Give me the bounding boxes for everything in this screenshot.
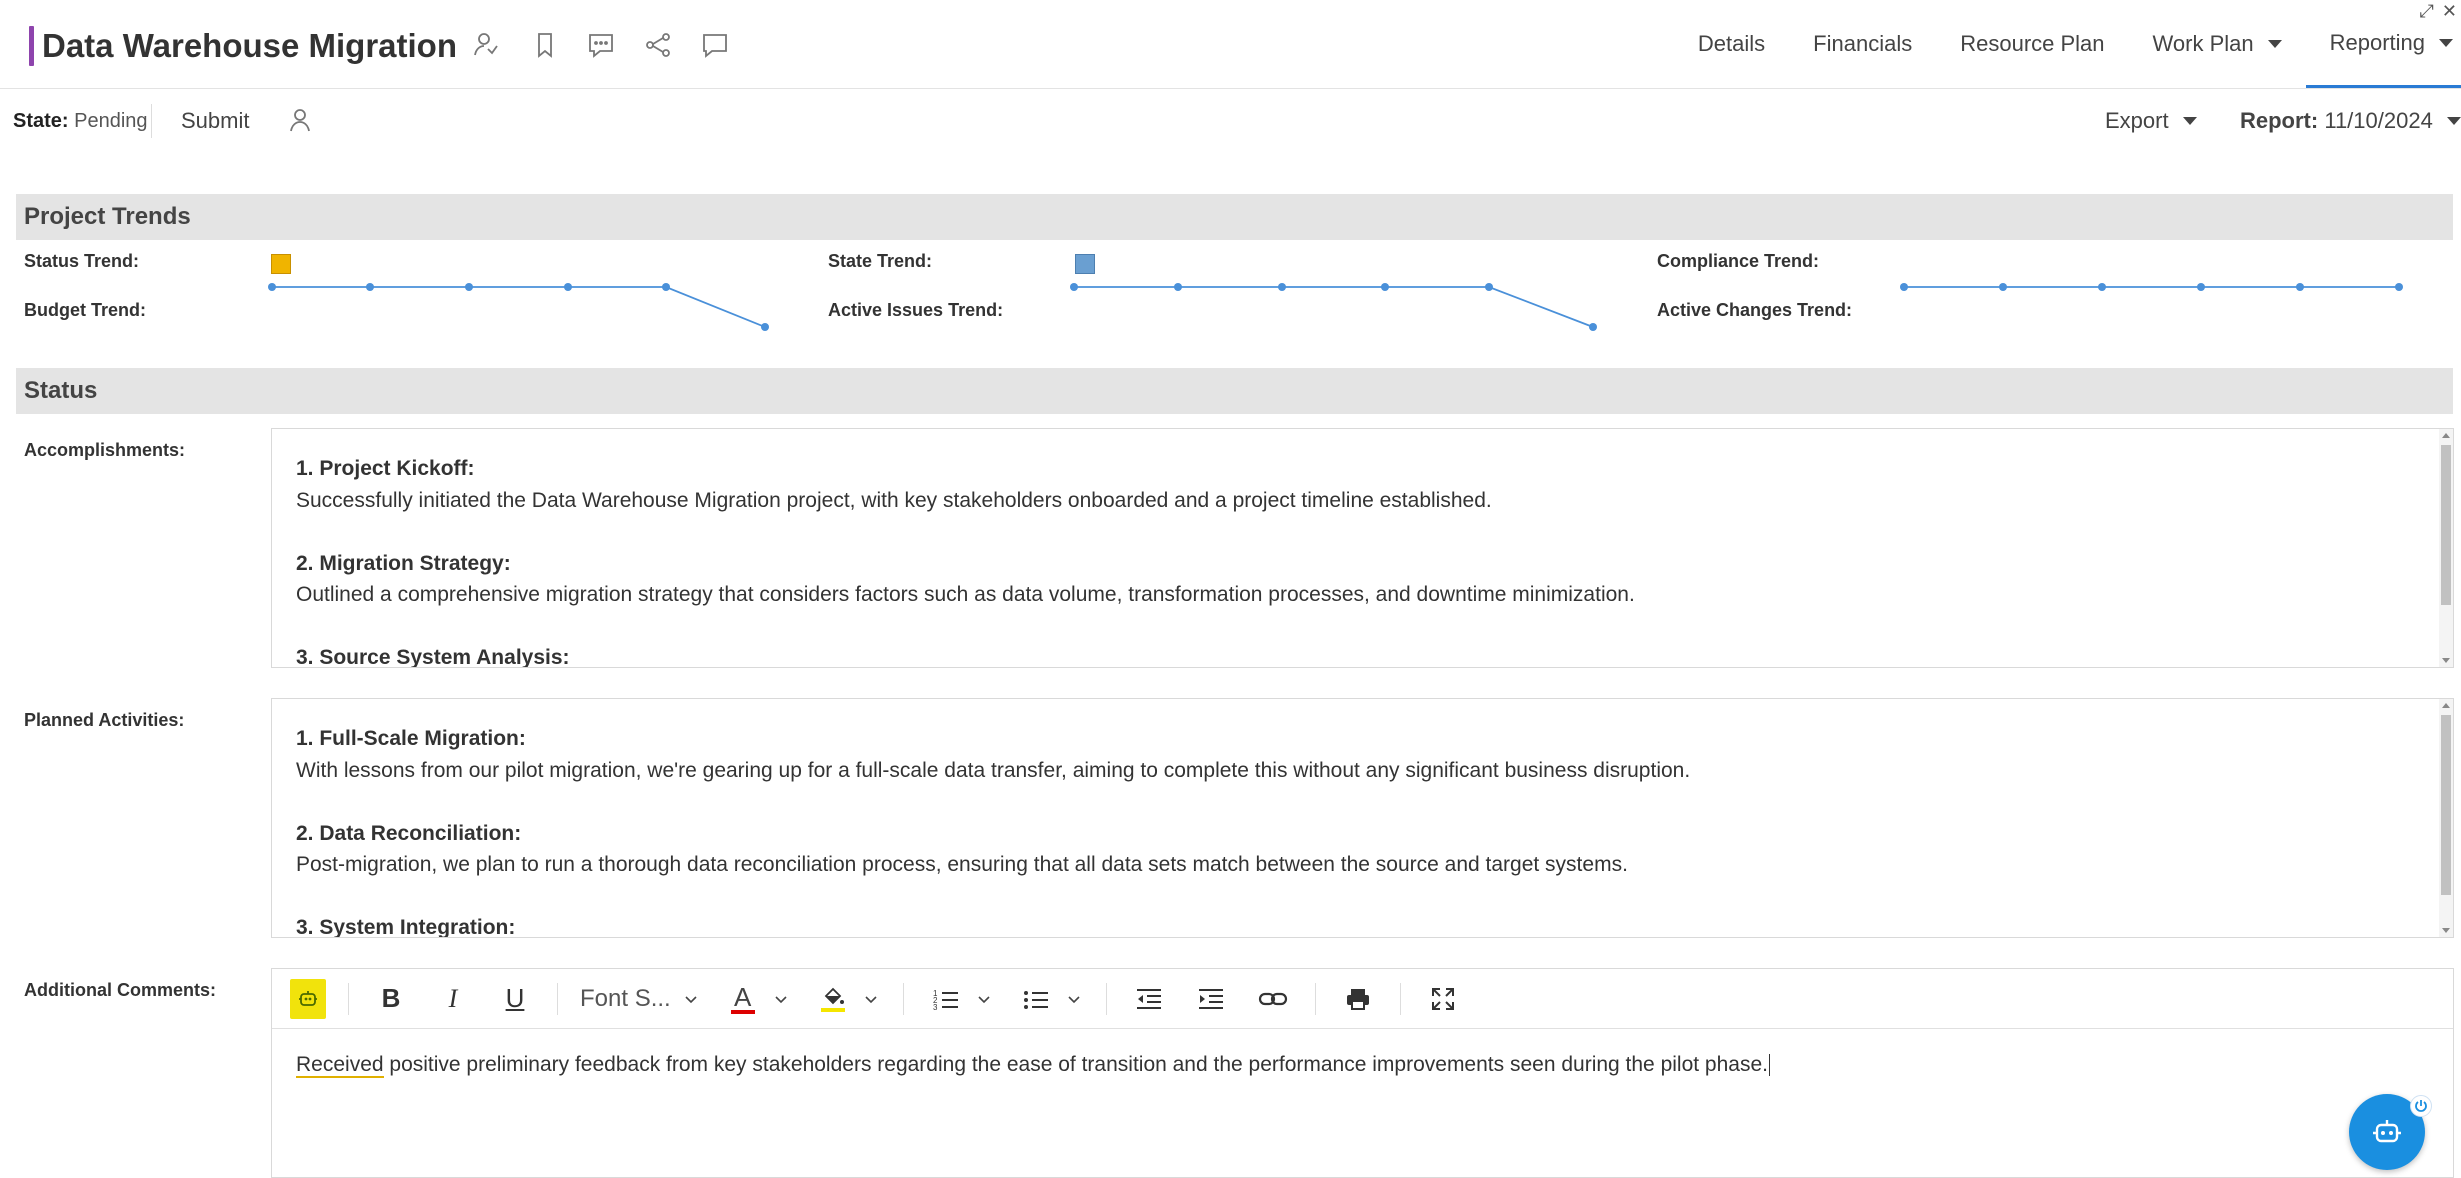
report-date-selector[interactable]: Report: 11/10/2024: [2240, 108, 2461, 134]
highlight-color-button[interactable]: [813, 979, 853, 1019]
planned-activities-text[interactable]: 1. Full-Scale Migration: With lessons fr…: [271, 698, 2454, 938]
print-icon: [1345, 987, 1371, 1011]
numbered-list-icon: 1 2 3: [932, 987, 960, 1011]
font-select[interactable]: Font S...: [580, 979, 671, 1019]
tab-reporting[interactable]: Reporting: [2306, 0, 2461, 88]
scrollbar[interactable]: [2439, 699, 2453, 937]
indent-icon: [1197, 987, 1225, 1011]
bullet-list-button[interactable]: [1016, 979, 1056, 1019]
highlight-color-dropdown[interactable]: [861, 979, 881, 1019]
bookmark-icon[interactable]: [530, 30, 560, 60]
font-select-dropdown[interactable]: [681, 979, 701, 1019]
scroll-thumb[interactable]: [2441, 445, 2451, 605]
chevron-down-icon: [978, 993, 990, 1005]
section-header-status: Status: [16, 368, 2453, 414]
italic-button[interactable]: I: [433, 979, 473, 1019]
compliance-trend-label: Compliance Trend:: [1657, 251, 1819, 272]
chevron-down-icon: [1068, 993, 1080, 1005]
chevron-down-icon: [685, 993, 697, 1005]
additional-comments-label: Additional Comments:: [24, 980, 216, 1001]
tab-resource-plan[interactable]: Resource Plan: [1936, 0, 2128, 88]
numbered-list-dropdown[interactable]: [974, 979, 994, 1019]
underline-button[interactable]: U: [495, 979, 535, 1019]
submit-button[interactable]: Submit: [181, 108, 249, 134]
active-changes-trend-sparkline: [1894, 275, 2414, 305]
tab-financials[interactable]: Financials: [1789, 0, 1936, 88]
status-trend-label: Status Trend:: [24, 251, 139, 272]
print-button[interactable]: [1338, 979, 1378, 1019]
state-trend-label: State Trend:: [828, 251, 932, 272]
underline-icon: U: [506, 983, 525, 1014]
chatbot-power-button[interactable]: [2410, 1095, 2432, 1117]
scroll-thumb[interactable]: [2441, 715, 2451, 895]
font-color-icon: A: [734, 984, 751, 1010]
expand-icon: [1430, 986, 1456, 1012]
bullet-list-icon: [1022, 987, 1050, 1011]
share-icon[interactable]: [643, 30, 673, 60]
scroll-up-icon[interactable]: [2442, 703, 2450, 708]
divider: [151, 104, 152, 138]
power-icon: [2411, 1096, 2431, 1116]
state-trend-indicator: [1075, 254, 1095, 274]
state-indicator: State: Pending: [13, 110, 148, 133]
planned-activities-label: Planned Activities:: [24, 710, 184, 731]
chat-icon[interactable]: [700, 30, 730, 60]
accomplishments-text[interactable]: 1. Project Kickoff: Successfully initiat…: [271, 428, 2454, 668]
paint-bucket-icon: [821, 986, 845, 1008]
scrollbar[interactable]: [2439, 429, 2453, 667]
chevron-down-icon: [775, 993, 787, 1005]
outdent-icon: [1135, 987, 1163, 1011]
chevron-down-icon: [2447, 117, 2461, 125]
numbered-list-button[interactable]: 1 2 3: [926, 979, 966, 1019]
bold-icon: B: [382, 983, 401, 1014]
link-icon: [1258, 989, 1288, 1009]
svg-text:3: 3: [933, 1003, 938, 1011]
font-color-button[interactable]: A: [723, 979, 763, 1019]
active-issues-trend-label: Active Issues Trend:: [828, 300, 1003, 321]
editor-toolbar: B I U Font S... A 1 2 3: [272, 969, 2453, 1029]
scroll-up-icon[interactable]: [2442, 433, 2450, 438]
tab-work-plan[interactable]: Work Plan: [2129, 0, 2306, 88]
nav-tabs: Details Financials Resource Plan Work Pl…: [1674, 0, 2461, 88]
indent-button[interactable]: [1191, 979, 1231, 1019]
fullscreen-button[interactable]: [1423, 979, 1463, 1019]
status-trend-indicator: [271, 254, 291, 274]
person-icon[interactable]: [285, 105, 315, 135]
chevron-down-icon: [865, 993, 877, 1005]
chevron-down-icon: [2268, 40, 2282, 48]
accomplishments-label: Accomplishments:: [24, 440, 185, 461]
section-header-trends: Project Trends: [16, 194, 2453, 240]
robot-icon: [297, 988, 319, 1010]
title-accent: [29, 26, 34, 66]
insert-link-button[interactable]: [1253, 979, 1293, 1019]
bold-button[interactable]: B: [371, 979, 411, 1019]
additional-comments-editor[interactable]: B I U Font S... A 1 2 3: [271, 968, 2454, 1178]
person-arrow-icon[interactable]: [471, 30, 501, 60]
bullet-list-dropdown[interactable]: [1064, 979, 1084, 1019]
budget-trend-sparkline: [262, 275, 772, 335]
scroll-down-icon[interactable]: [2442, 928, 2450, 933]
tab-details[interactable]: Details: [1674, 0, 1789, 88]
ai-assist-button[interactable]: [290, 979, 326, 1019]
outdent-button[interactable]: [1129, 979, 1169, 1019]
text-cursor: [1769, 1054, 1770, 1076]
chevron-down-icon: [2183, 117, 2197, 125]
active-changes-trend-label: Active Changes Trend:: [1657, 300, 1852, 321]
budget-trend-label: Budget Trend:: [24, 300, 146, 321]
export-button[interactable]: Export: [2105, 108, 2197, 134]
comment-icon[interactable]: [586, 30, 616, 60]
italic-icon: I: [449, 984, 458, 1014]
scroll-down-icon[interactable]: [2442, 658, 2450, 663]
state-value: Pending: [74, 110, 147, 132]
page-title: Data Warehouse Migration: [42, 27, 457, 65]
font-color-dropdown[interactable]: [771, 979, 791, 1019]
comment-text[interactable]: Received positive preliminary feedback f…: [296, 1053, 1770, 1077]
active-issues-trend-sparkline: [1064, 275, 1604, 335]
chevron-down-icon: [2439, 39, 2453, 47]
